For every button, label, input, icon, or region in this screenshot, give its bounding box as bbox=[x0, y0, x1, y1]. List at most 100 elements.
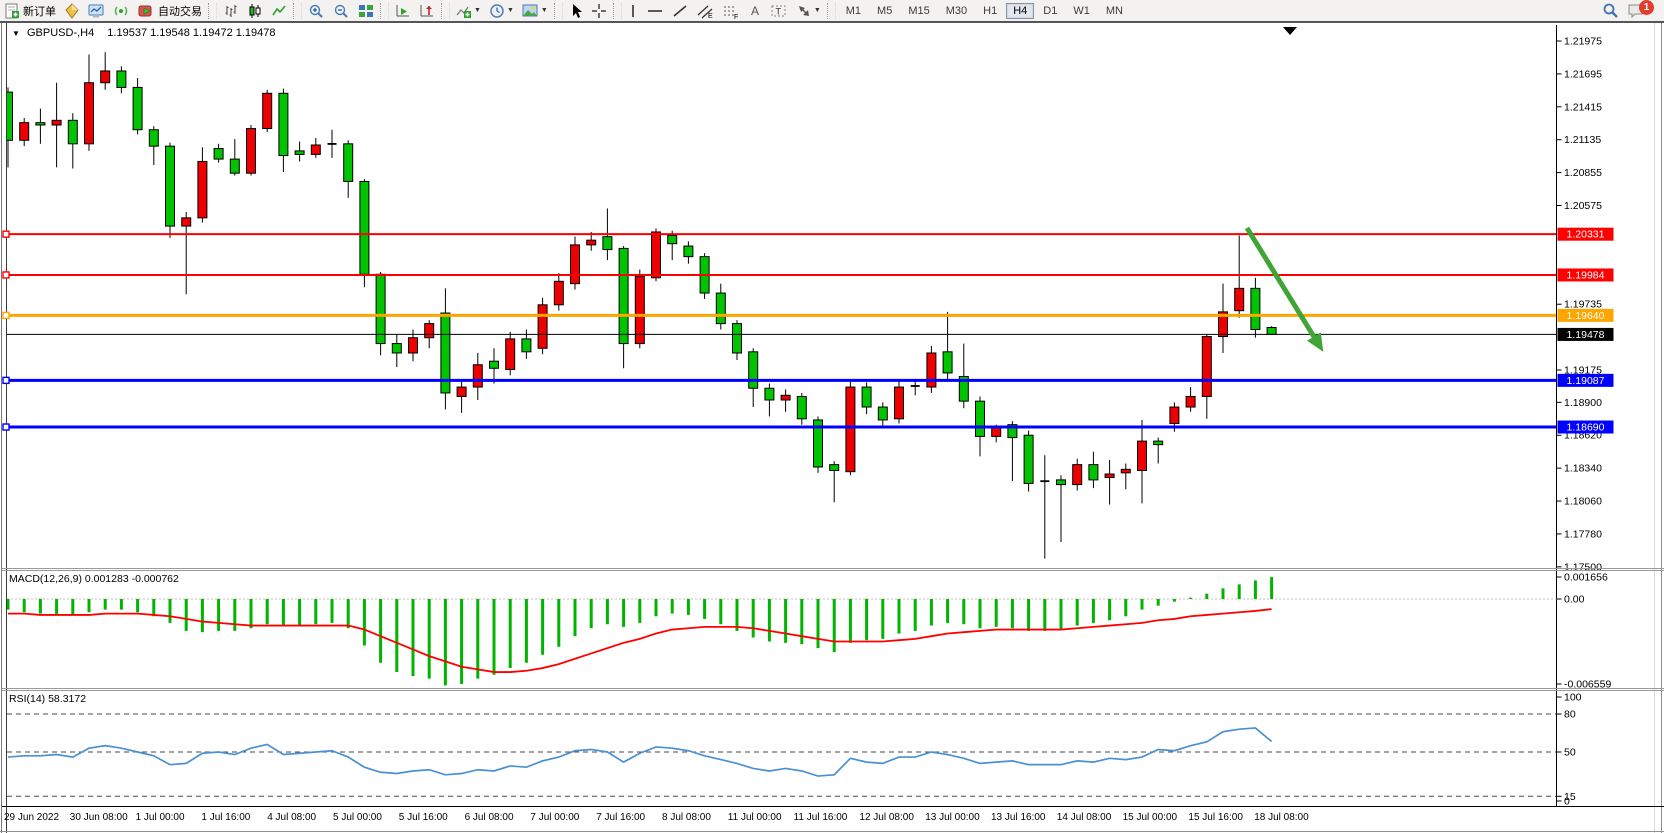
svg-text:0.001656: 0.001656 bbox=[1564, 572, 1608, 584]
svg-text:11 Jul 16:00: 11 Jul 16:00 bbox=[794, 812, 848, 823]
metaeditor-button[interactable] bbox=[61, 1, 83, 20]
arrows-icon bbox=[796, 3, 812, 19]
bar-chart-button[interactable] bbox=[220, 1, 242, 20]
chart-title: ▼ GBPUSD-,H4 1.19537 1.19548 1.19472 1.1… bbox=[12, 27, 276, 39]
crosshair-icon bbox=[591, 3, 607, 19]
periods-button[interactable]: ▼ bbox=[486, 1, 517, 20]
timeframe-button-mn[interactable]: MN bbox=[1099, 3, 1130, 19]
zoom-in-icon bbox=[308, 3, 325, 19]
toolbar-separator bbox=[208, 3, 217, 19]
chevron-down-icon: ▼ bbox=[541, 7, 548, 14]
svg-text:5 Jul 16:00: 5 Jul 16:00 bbox=[399, 812, 448, 823]
new-order-label: 新订单 bbox=[23, 3, 56, 19]
mt4-application-window: 新订单 自动交易 bbox=[0, 0, 1664, 833]
signals-button[interactable] bbox=[110, 1, 133, 20]
svg-text:50: 50 bbox=[1564, 747, 1576, 759]
svg-text:18 Jul 08:00: 18 Jul 08:00 bbox=[1254, 812, 1309, 823]
main-toolbar: 新订单 自动交易 bbox=[0, 0, 1664, 23]
symbol-period-label: GBPUSD-,H4 bbox=[27, 27, 94, 39]
timeframe-button-m30[interactable]: M30 bbox=[939, 3, 974, 19]
timeframe-button-group: M1M5M15M30H1H4D1W1MN bbox=[838, 3, 1131, 19]
arrows-button[interactable]: ▼ bbox=[793, 1, 824, 20]
svg-text:1.20331: 1.20331 bbox=[1567, 229, 1605, 241]
candlestick-chart-button[interactable] bbox=[244, 1, 266, 20]
new-order-button[interactable]: 新订单 bbox=[1, 1, 59, 20]
timeframe-button-h4[interactable]: H4 bbox=[1006, 3, 1034, 19]
zoom-out-button[interactable] bbox=[330, 1, 353, 20]
fibonacci-button[interactable]: F bbox=[719, 1, 743, 20]
svg-text:15 Jul 16:00: 15 Jul 16:00 bbox=[1188, 812, 1243, 823]
text-label-button[interactable]: T bbox=[767, 1, 791, 20]
svg-text:1.20855: 1.20855 bbox=[1564, 167, 1602, 179]
svg-text:1.21415: 1.21415 bbox=[1564, 101, 1602, 113]
metaeditor-icon bbox=[64, 3, 80, 19]
search-icon bbox=[1602, 2, 1619, 19]
rsi-pane-label: RSI(14) 58.3172 bbox=[9, 693, 86, 705]
bar-chart-icon bbox=[223, 3, 239, 19]
svg-text:11 Jul 00:00: 11 Jul 00:00 bbox=[728, 812, 782, 823]
templates-icon bbox=[522, 3, 539, 19]
toolbar-right-group: 1 bbox=[1598, 0, 1658, 21]
svg-text:1 Jul 16:00: 1 Jul 16:00 bbox=[201, 812, 250, 823]
horizontal-line-icon bbox=[646, 3, 664, 19]
auto-scroll-icon bbox=[395, 3, 411, 19]
tile-windows-button[interactable] bbox=[355, 1, 377, 20]
toolbar-separator bbox=[827, 3, 836, 19]
svg-text:5 Jul 00:00: 5 Jul 00:00 bbox=[333, 812, 382, 823]
timeframe-button-d1[interactable]: D1 bbox=[1036, 3, 1064, 19]
svg-text:1.17780: 1.17780 bbox=[1564, 528, 1602, 540]
chart-shift-button[interactable] bbox=[416, 1, 438, 20]
autotrading-button[interactable]: 自动交易 bbox=[135, 1, 205, 20]
svg-text:1.21135: 1.21135 bbox=[1564, 134, 1601, 146]
svg-text:F: F bbox=[734, 14, 738, 19]
toolbar-separator bbox=[380, 3, 389, 19]
svg-text:1.19478: 1.19478 bbox=[1567, 329, 1605, 341]
indicators-icon bbox=[456, 3, 472, 19]
zoom-out-icon bbox=[333, 3, 350, 19]
zoom-in-button[interactable] bbox=[305, 1, 328, 20]
chart-shift-icon bbox=[419, 3, 435, 19]
auto-scroll-button[interactable] bbox=[392, 1, 414, 20]
chat-button[interactable]: 1 bbox=[1624, 1, 1657, 20]
text-button[interactable]: A bbox=[745, 1, 765, 20]
text-label-icon: T bbox=[770, 3, 788, 19]
svg-text:A: A bbox=[751, 4, 759, 18]
timeframe-button-w1[interactable]: W1 bbox=[1066, 3, 1097, 19]
svg-text:12 Jul 08:00: 12 Jul 08:00 bbox=[859, 812, 914, 823]
timeframe-button-m1[interactable]: M1 bbox=[839, 3, 868, 19]
chart-canvas[interactable]: 1.219751.216951.214151.211351.208551.205… bbox=[0, 0, 1664, 833]
line-chart-button[interactable] bbox=[268, 1, 290, 20]
timeframe-button-m5[interactable]: M5 bbox=[870, 3, 899, 19]
trendline-icon bbox=[672, 3, 688, 19]
svg-text:0: 0 bbox=[1564, 796, 1570, 808]
svg-text:0.00: 0.00 bbox=[1564, 594, 1585, 606]
crosshair-button[interactable] bbox=[588, 1, 610, 20]
svg-text:30 Jun 08:00: 30 Jun 08:00 bbox=[70, 812, 128, 823]
horizontal-line-button[interactable] bbox=[643, 1, 667, 20]
svg-text:8 Jul 08:00: 8 Jul 08:00 bbox=[662, 812, 711, 823]
svg-text:1.18060: 1.18060 bbox=[1564, 496, 1602, 508]
timeframe-button-h1[interactable]: H1 bbox=[976, 3, 1004, 19]
svg-text:80: 80 bbox=[1564, 709, 1576, 721]
templates-button[interactable]: ▼ bbox=[519, 1, 551, 20]
indicators-button[interactable]: ▼ bbox=[453, 1, 484, 20]
svg-text:7 Jul 16:00: 7 Jul 16:00 bbox=[596, 812, 645, 823]
notification-badge[interactable]: 1 bbox=[1639, 0, 1654, 15]
chart-dropdown-icon[interactable]: ▼ bbox=[12, 29, 20, 38]
equidistant-channel-button[interactable]: E bbox=[693, 1, 717, 20]
trendline-button[interactable] bbox=[669, 1, 691, 20]
svg-text:100: 100 bbox=[1564, 692, 1582, 704]
vertical-line-button[interactable] bbox=[625, 1, 641, 20]
toolbar-separator bbox=[441, 3, 450, 19]
svg-text:15 Jul 00:00: 15 Jul 00:00 bbox=[1123, 812, 1178, 823]
search-button[interactable] bbox=[1599, 1, 1622, 20]
svg-text:13 Jul 00:00: 13 Jul 00:00 bbox=[925, 812, 980, 823]
svg-text:1.19087: 1.19087 bbox=[1567, 375, 1605, 387]
vertical-line-icon bbox=[628, 3, 638, 19]
toolbar-separator bbox=[554, 3, 563, 19]
svg-text:1.19984: 1.19984 bbox=[1567, 269, 1605, 281]
timeframe-button-m15[interactable]: M15 bbox=[901, 3, 936, 19]
svg-text:1.19640: 1.19640 bbox=[1567, 310, 1605, 322]
cursor-button[interactable] bbox=[566, 1, 586, 20]
strategy-tester-button[interactable] bbox=[85, 1, 108, 20]
